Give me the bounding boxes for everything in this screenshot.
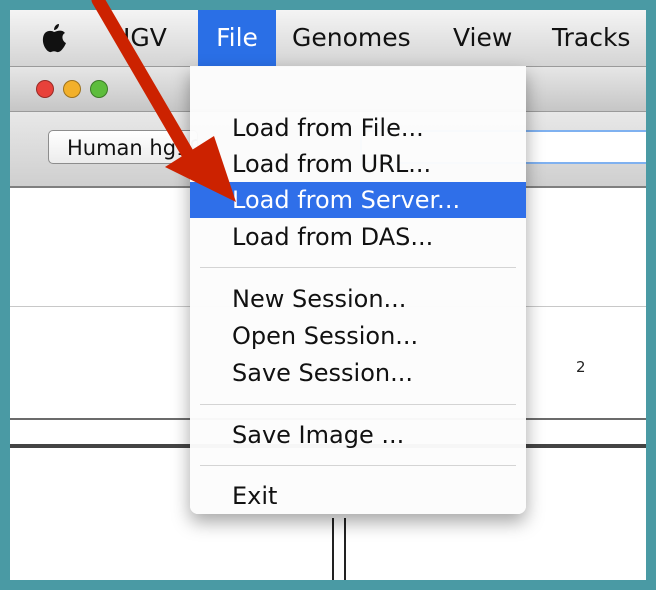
menu-item-new-session[interactable]: New Session... [190,281,526,317]
menu-separator [200,465,516,466]
menu-item-exit[interactable]: Exit [190,478,526,514]
menu-separator [200,404,516,405]
menu-view[interactable]: View [453,10,533,66]
ruler-tick-label: 2 [576,358,586,376]
menu-separator [200,267,516,268]
track-column-line [344,518,346,580]
menu-tracks[interactable]: Tracks [552,10,646,66]
menu-app-name[interactable]: IGV [123,10,183,66]
menu-file[interactable]: File [198,10,276,66]
menu-item-load-from-das[interactable]: Load from DAS... [190,219,526,255]
track-column-line [332,518,334,580]
close-window-button[interactable] [36,80,54,98]
file-dropdown-menu: Load from File... Load from URL... Load … [190,66,526,514]
minimize-window-button[interactable] [63,80,81,98]
menu-genomes[interactable]: Genomes [292,10,432,66]
genome-dropdown[interactable]: Human hg19 [48,130,198,164]
menu-item-open-session[interactable]: Open Session... [190,318,526,354]
menu-item-save-session[interactable]: Save Session... [190,355,526,391]
menu-item-save-image[interactable]: Save Image ... [190,417,526,453]
menu-item-load-from-url[interactable]: Load from URL... [190,146,526,182]
menu-item-load-from-file[interactable]: Load from File... [190,110,526,146]
menu-item-load-from-server[interactable]: Load from Server... [190,182,526,218]
screenshot-frame: IGV File Genomes View Tracks Human hg19 … [10,10,646,580]
mac-menu-bar: IGV File Genomes View Tracks [10,10,646,67]
zoom-window-button[interactable] [90,80,108,98]
apple-logo-icon[interactable] [40,22,68,54]
